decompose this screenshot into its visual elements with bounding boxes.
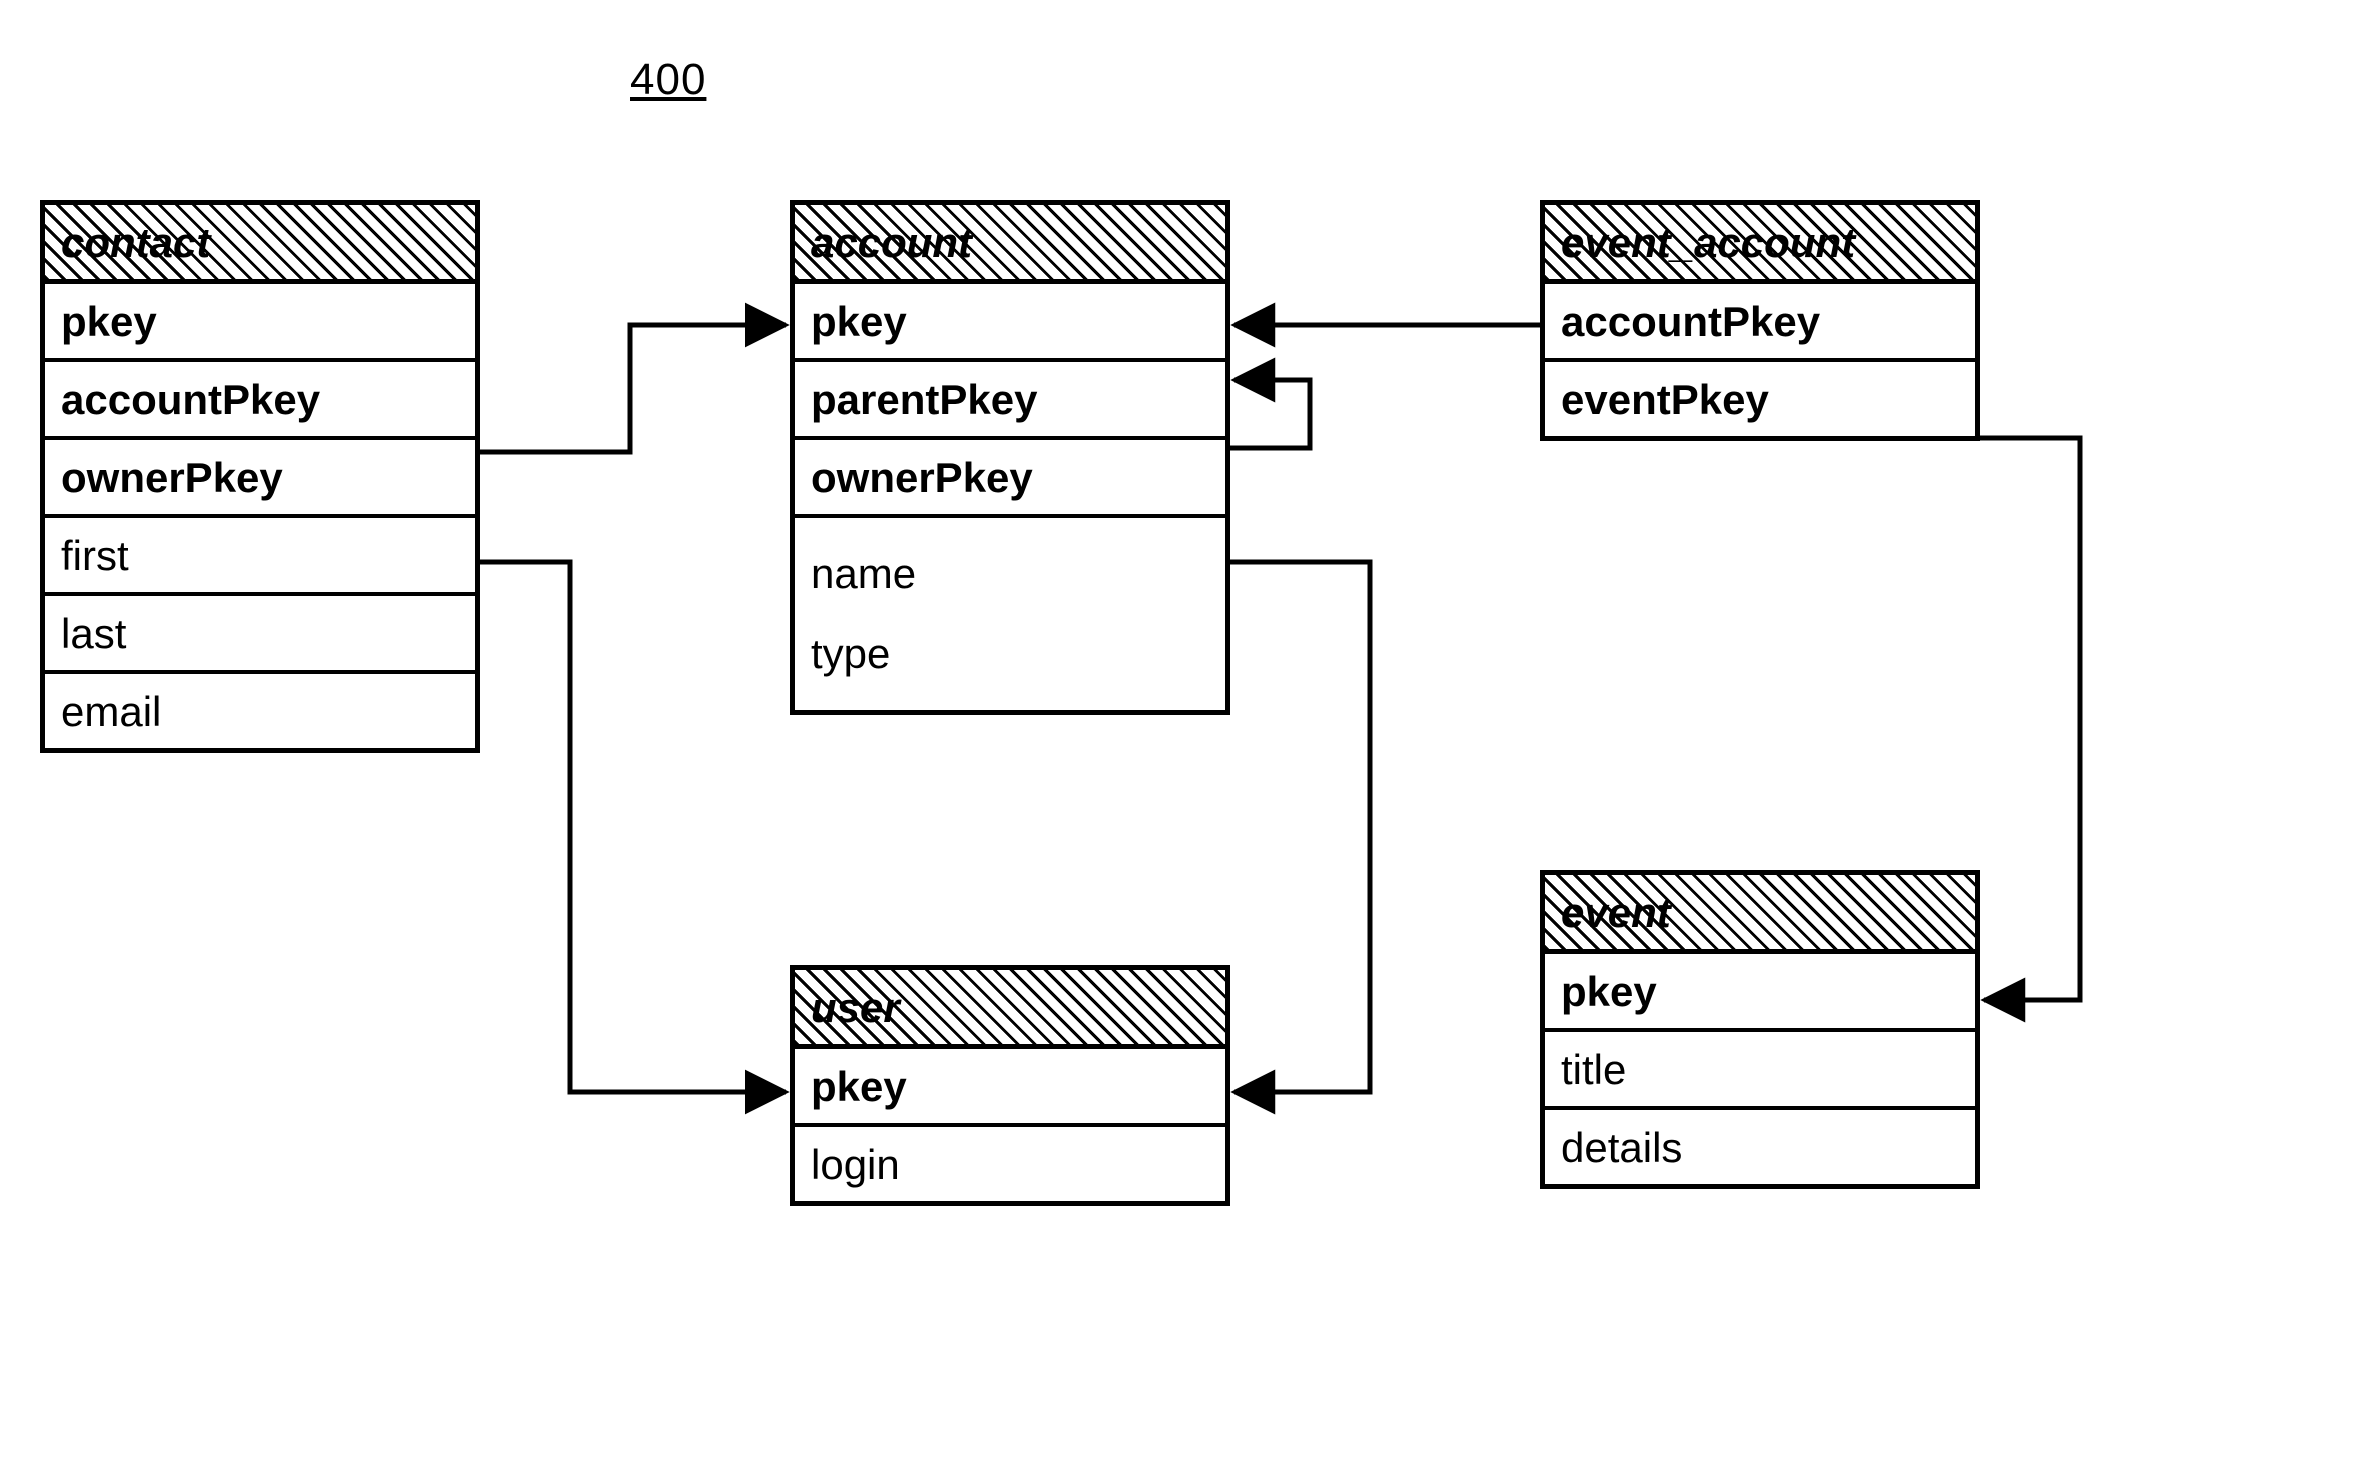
entity-event-header: event [1545, 875, 1975, 954]
event-field-details: details [1545, 1106, 1975, 1184]
rel-account-ownerPkey-to-user-pkey [1230, 562, 1370, 1092]
contact-field-accountPkey: accountPkey [45, 358, 475, 436]
entity-event: event pkey title details [1540, 870, 1980, 1189]
event-field-pkey: pkey [1545, 954, 1975, 1028]
account-field-ownerPkey: ownerPkey [795, 436, 1225, 514]
contact-field-pkey: pkey [45, 284, 475, 358]
event-account-field-eventPkey: eventPkey [1545, 358, 1975, 436]
entity-account-header: account [795, 205, 1225, 284]
figure-number: 400 [630, 55, 706, 105]
entity-event-account-title: event_account [1561, 219, 1855, 266]
entity-user-title: user [811, 984, 900, 1031]
event-field-title: title [1545, 1028, 1975, 1106]
entity-contact: contact pkey accountPkey ownerPkey first… [40, 200, 480, 753]
account-field-type: type [811, 614, 1209, 694]
entity-account-title: account [811, 219, 972, 266]
entity-event-title: event [1561, 889, 1671, 936]
entity-contact-title: contact [61, 219, 210, 266]
entity-account: account pkey parentPkey ownerPkey name t… [790, 200, 1230, 715]
entity-event-account-header: event_account [1545, 205, 1975, 284]
account-field-pkey: pkey [795, 284, 1225, 358]
entity-contact-header: contact [45, 205, 475, 284]
rel-eventaccount-eventPkey-to-event-pkey [1980, 438, 2080, 1000]
contact-field-last: last [45, 592, 475, 670]
user-field-pkey: pkey [795, 1049, 1225, 1123]
contact-field-first: first [45, 514, 475, 592]
rel-account-parentPkey-to-account-pkey [1230, 380, 1310, 448]
user-field-login: login [795, 1123, 1225, 1201]
account-field-name: name [811, 534, 1209, 614]
contact-field-email: email [45, 670, 475, 748]
contact-field-ownerPkey: ownerPkey [45, 436, 475, 514]
entity-event-account: event_account accountPkey eventPkey [1540, 200, 1980, 441]
entity-user-header: user [795, 970, 1225, 1049]
account-field-parentPkey: parentPkey [795, 358, 1225, 436]
event-account-field-accountPkey: accountPkey [1545, 284, 1975, 358]
account-field-name-type: name type [795, 514, 1225, 710]
rel-contact-ownerPkey-to-user-pkey [480, 562, 786, 1092]
entity-user: user pkey login [790, 965, 1230, 1206]
rel-contact-accountPkey-to-account-pkey [480, 325, 786, 452]
